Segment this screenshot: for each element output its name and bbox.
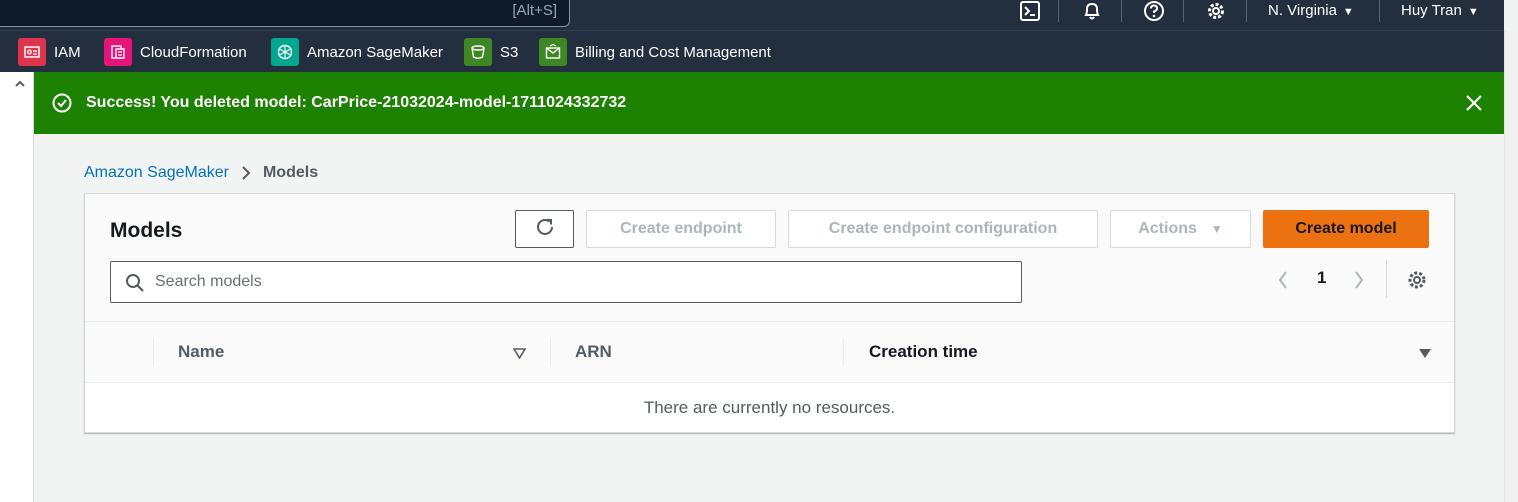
favorites-bar: IAM CloudFormation Amazon SageMaker S3 B… [0, 30, 1504, 72]
top-navigation: [Alt+S] N. Virginia ▼ Huy Tran ▼ [0, 0, 1504, 30]
flash-message: Success! You deleted model: CarPrice-210… [86, 94, 627, 111]
pager-divider [1386, 260, 1387, 298]
column-header-arn[interactable]: ARN [575, 322, 612, 382]
cloudformation-icon [104, 38, 132, 66]
nav-divider [1183, 0, 1184, 22]
iam-icon [18, 38, 46, 66]
sort-caret-icon[interactable] [512, 346, 527, 364]
region-label: N. Virginia [1268, 2, 1337, 19]
billing-icon [539, 38, 567, 66]
favorite-s3[interactable]: S3 [464, 38, 518, 66]
s3-bucket-icon [464, 38, 492, 66]
favorite-label: IAM [54, 43, 81, 61]
nav-divider [1379, 0, 1380, 22]
next-page-icon[interactable] [1353, 266, 1365, 294]
side-navigation-rail [0, 72, 34, 502]
gear-icon[interactable] [1202, 0, 1230, 22]
actions-label: Actions [1138, 220, 1197, 237]
refresh-button[interactable] [515, 210, 574, 248]
cloudshell-icon[interactable] [1016, 0, 1044, 22]
table-header: Name ARN Creation time [85, 321, 1454, 383]
favorite-iam[interactable]: IAM [18, 38, 81, 66]
previous-page-icon[interactable] [1277, 266, 1289, 294]
models-panel: Models Create endpoint Create endpoint c… [84, 193, 1455, 433]
user-name: Huy Tran [1401, 2, 1462, 19]
region-selector[interactable]: N. Virginia ▼ [1268, 0, 1354, 23]
column-header-name[interactable]: Name [178, 322, 224, 382]
page-scrollbar[interactable] [1504, 30, 1518, 502]
chevron-up-icon[interactable] [14, 76, 26, 94]
create-model-button[interactable]: Create model [1263, 210, 1429, 248]
favorite-label: S3 [500, 43, 519, 61]
column-divider [843, 338, 844, 366]
chevron-right-icon [241, 165, 251, 181]
caret-down-icon: ▼ [1467, 6, 1479, 18]
table-settings-gear-icon[interactable] [1406, 266, 1428, 294]
actions-dropdown[interactable]: Actions ▼ [1110, 210, 1251, 248]
panel-title: Models [110, 219, 183, 242]
table-body: There are currently no resources. [85, 383, 1454, 432]
bell-icon[interactable] [1078, 0, 1106, 22]
column-header-creation-time[interactable]: Creation time [869, 322, 978, 382]
account-menu[interactable]: Huy Tran ▼ [1401, 0, 1479, 23]
search-shortcut-hint: [Alt+S] [512, 2, 557, 19]
caret-down-icon: ▼ [1342, 6, 1354, 18]
close-icon[interactable] [1464, 93, 1484, 118]
breadcrumb-link-sagemaker[interactable]: Amazon SageMaker [84, 164, 229, 182]
sagemaker-icon [271, 38, 299, 66]
caret-down-icon: ▼ [1210, 222, 1223, 236]
column-divider [550, 338, 551, 366]
favorite-label: Billing and Cost Management [575, 43, 771, 61]
favorite-sagemaker[interactable]: Amazon SageMaker [271, 38, 443, 66]
sort-caret-icon[interactable] [1418, 346, 1432, 364]
breadcrumb-current: Models [262, 164, 319, 181]
help-icon[interactable] [1140, 0, 1168, 22]
create-endpoint-button[interactable]: Create endpoint [586, 210, 776, 248]
empty-state-message: There are currently no resources. [643, 398, 896, 417]
favorite-label: CloudFormation [140, 43, 247, 61]
create-endpoint-configuration-button[interactable]: Create endpoint configuration [788, 210, 1098, 248]
column-divider [153, 338, 154, 366]
favorite-cloudformation[interactable]: CloudFormation [104, 38, 247, 66]
nav-divider [1058, 0, 1059, 22]
check-circle-icon [52, 93, 72, 118]
current-page-number[interactable]: 1 [1317, 268, 1326, 288]
nav-divider [1121, 0, 1122, 22]
search-models [110, 261, 1022, 303]
favorite-billing[interactable]: Billing and Cost Management [539, 38, 771, 66]
global-search-box[interactable]: [Alt+S] [0, 0, 570, 27]
nav-divider [1246, 0, 1247, 22]
breadcrumb: Amazon SageMaker Models [84, 161, 318, 185]
favorite-label: Amazon SageMaker [307, 43, 443, 61]
search-input[interactable] [155, 270, 995, 294]
success-flash-banner: Success! You deleted model: CarPrice-210… [34, 72, 1504, 134]
refresh-icon [534, 216, 556, 243]
search-icon [125, 273, 145, 298]
